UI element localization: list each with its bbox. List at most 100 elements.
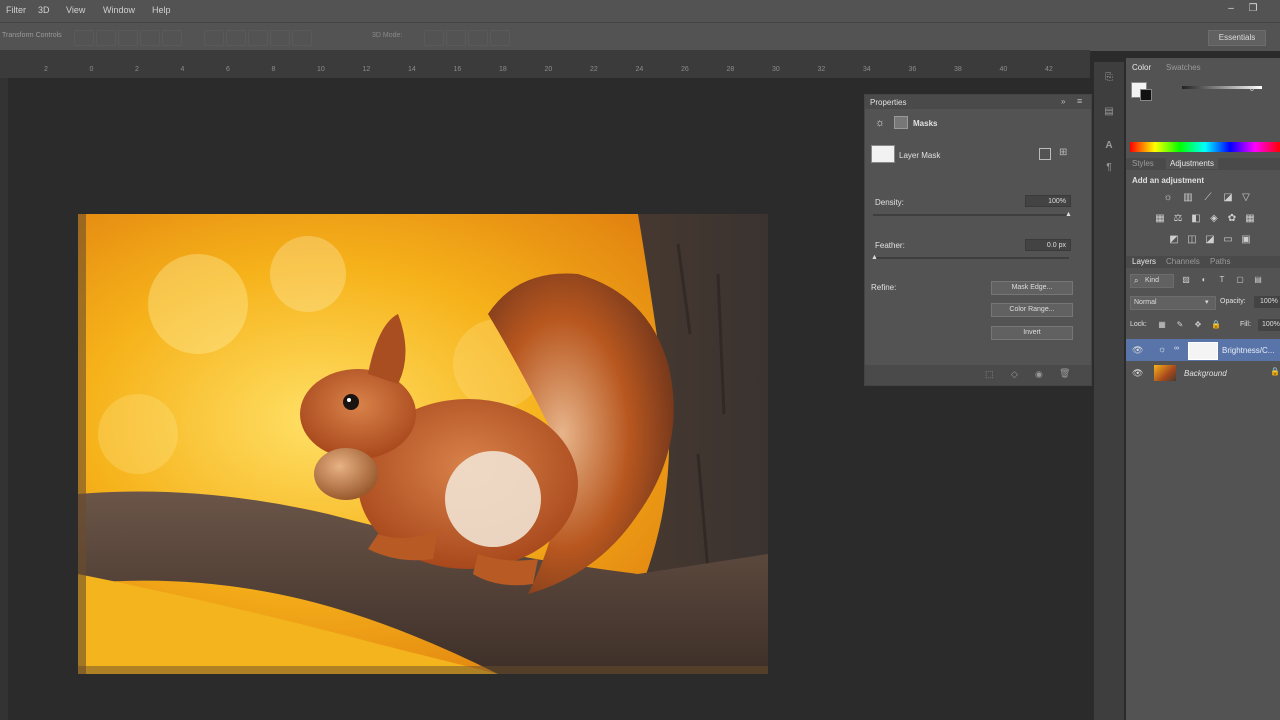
distribute-icons-group[interactable] xyxy=(204,28,324,46)
document-canvas-image[interactable] xyxy=(78,214,768,674)
selective-color-icon[interactable]: ▣ xyxy=(1240,234,1252,246)
pixel-mask-icon[interactable] xyxy=(1039,148,1051,160)
levels-icon[interactable]: ▥ xyxy=(1182,192,1194,204)
adjustment-sun-icon[interactable]: ☼ xyxy=(875,117,885,129)
menu-help[interactable]: Help xyxy=(152,5,171,15)
vibrance-icon[interactable]: ▽ xyxy=(1240,192,1252,204)
color-spectrum-bar[interactable] xyxy=(1130,142,1280,152)
ruler-number: 42 xyxy=(1045,66,1053,73)
tab-color[interactable]: Color xyxy=(1132,63,1151,72)
workspace-switcher[interactable]: Essentials xyxy=(1208,30,1266,46)
tab-channels[interactable]: Channels xyxy=(1166,257,1200,266)
exposure-icon[interactable]: ◪ xyxy=(1222,192,1234,204)
properties-icon[interactable]: ▤ xyxy=(1102,106,1116,118)
curves-icon[interactable]: ⟋ xyxy=(1202,192,1214,204)
layer-name[interactable]: Background xyxy=(1184,369,1227,378)
layer-name[interactable]: Brightness/C... xyxy=(1222,346,1274,355)
lock-all-icon[interactable]: 🔒 xyxy=(1210,319,1222,331)
feather-slider[interactable] xyxy=(873,257,1069,259)
opacity-label: Opacity: xyxy=(1220,298,1246,305)
3d-mode-icons[interactable] xyxy=(424,28,520,46)
delete-mask-icon[interactable]: 🗑 xyxy=(1059,368,1070,379)
properties-panel: Properties » ≡ ☼ Masks Layer Mask ⊞ Dens… xyxy=(864,94,1092,386)
layer-mask-thumbnail[interactable] xyxy=(871,145,895,163)
hue-saturation-icon[interactable]: ▦ xyxy=(1154,213,1166,225)
layer-row-background[interactable]: 👁 Background 🔒 xyxy=(1126,362,1280,384)
density-label: Density: xyxy=(875,198,904,207)
color-balance-icon[interactable]: ⚖ xyxy=(1172,213,1184,225)
tab-adjustments[interactable]: Adjustments xyxy=(1166,158,1219,169)
character-icon[interactable]: A xyxy=(1102,140,1116,152)
photo-filter-icon[interactable]: ◈ xyxy=(1208,213,1220,225)
minimize-icon[interactable]: – xyxy=(1224,3,1238,15)
chain-link-icon[interactable]: ∞ xyxy=(1174,345,1179,352)
tools-panel-edge[interactable] xyxy=(0,78,8,720)
lock-position-icon[interactable]: ✥ xyxy=(1192,319,1204,331)
tab-styles[interactable]: Styles xyxy=(1132,159,1154,168)
ruler-number: 40 xyxy=(999,66,1008,73)
color-lookup-icon[interactable]: ▦ xyxy=(1244,213,1256,225)
background-color-swatch[interactable] xyxy=(1140,89,1152,101)
collapse-icon[interactable]: » xyxy=(1061,97,1065,106)
lock-transparent-icon[interactable]: ▦ xyxy=(1156,319,1168,331)
tab-layers[interactable]: Layers xyxy=(1132,257,1156,266)
filter-type-icon[interactable]: T xyxy=(1216,274,1228,286)
lock-pixels-icon[interactable]: ✎ xyxy=(1174,319,1186,331)
density-value[interactable]: 100% xyxy=(1025,195,1071,207)
opacity-value: 100% xyxy=(1260,298,1278,305)
refine-label: Refine: xyxy=(871,283,897,292)
color-value[interactable]: 0 xyxy=(1250,86,1254,93)
layer-row-brightness-contrast[interactable]: 👁 ☼ ∞ Brightness/C... xyxy=(1126,339,1280,361)
feather-label: Feather: xyxy=(875,241,905,250)
mask-icon[interactable] xyxy=(894,116,908,129)
opacity-field[interactable]: 100% xyxy=(1254,296,1280,308)
menu-filter[interactable]: Filter xyxy=(6,5,26,15)
right-dock: Color Swatches 0 Styles Adjustments Add … xyxy=(1126,58,1280,720)
filter-smart-object-icon[interactable]: ▤ xyxy=(1252,274,1264,286)
ruler-number: 32 xyxy=(817,66,826,73)
menu-window[interactable]: Window xyxy=(103,5,135,15)
feather-value[interactable]: 0.0 px xyxy=(1025,239,1071,251)
black-white-icon[interactable]: ◧ xyxy=(1190,213,1202,225)
mask-edge-button[interactable]: Mask Edge... xyxy=(991,281,1073,295)
ruler-number: 24 xyxy=(635,66,644,73)
disable-mask-icon[interactable]: ◉ xyxy=(1035,369,1043,380)
paragraph-icon[interactable]: ¶ xyxy=(1102,162,1116,174)
channel-mixer-icon[interactable]: ✿ xyxy=(1226,213,1238,225)
tab-paths[interactable]: Paths xyxy=(1210,257,1230,266)
apply-mask-icon[interactable]: ◇ xyxy=(1011,369,1018,380)
filter-pixel-icon[interactable]: ▨ xyxy=(1180,274,1192,286)
properties-title[interactable]: Properties xyxy=(870,98,906,107)
gradient-map-icon[interactable]: ▭ xyxy=(1222,234,1234,246)
invert-button[interactable]: Invert xyxy=(991,326,1073,340)
vector-mask-icon[interactable]: ⊞ xyxy=(1059,147,1067,158)
load-selection-icon[interactable]: ⬚ xyxy=(985,369,994,380)
invert-adjustment-icon[interactable]: ◩ xyxy=(1168,234,1180,246)
masks-heading: Masks xyxy=(913,119,938,128)
align-icons-group[interactable] xyxy=(74,28,184,46)
density-slider[interactable] xyxy=(873,214,1069,216)
restore-icon[interactable]: ❐ xyxy=(1246,3,1260,15)
filter-adjustment-icon[interactable]: ◐ xyxy=(1198,274,1210,286)
ruler-number: 8 xyxy=(271,66,276,73)
threshold-icon[interactable]: ◪ xyxy=(1204,234,1216,246)
layer-mask-thumb[interactable] xyxy=(1188,342,1218,360)
posterize-icon[interactable]: ◫ xyxy=(1186,234,1198,246)
layer-filter-kind[interactable]: ⌕ Kind xyxy=(1130,274,1174,288)
filter-shape-icon[interactable]: ▢ xyxy=(1234,274,1246,286)
tab-swatches[interactable]: Swatches xyxy=(1166,63,1201,72)
history-icon[interactable]: ⎘ xyxy=(1102,72,1116,84)
blend-mode-select[interactable]: Normal ▾ xyxy=(1130,296,1216,310)
ruler-number: 18 xyxy=(499,66,507,73)
panel-menu-icon[interactable]: ≡ xyxy=(1077,96,1082,106)
fill-field[interactable]: 100% xyxy=(1258,319,1280,331)
visibility-eye-icon[interactable]: 👁 xyxy=(1132,345,1143,356)
transform-controls-label[interactable]: Transform Controls xyxy=(2,32,62,39)
feather-slider-thumb[interactable]: ▲ xyxy=(871,254,878,261)
menu-3d[interactable]: 3D xyxy=(38,5,50,15)
density-slider-thumb[interactable]: ▲ xyxy=(1065,211,1072,218)
brightness-contrast-icon[interactable]: ☼ xyxy=(1162,192,1174,204)
visibility-eye-icon[interactable]: 👁 xyxy=(1132,368,1143,379)
menu-view[interactable]: View xyxy=(66,5,85,15)
color-range-button[interactable]: Color Range... xyxy=(991,303,1073,317)
